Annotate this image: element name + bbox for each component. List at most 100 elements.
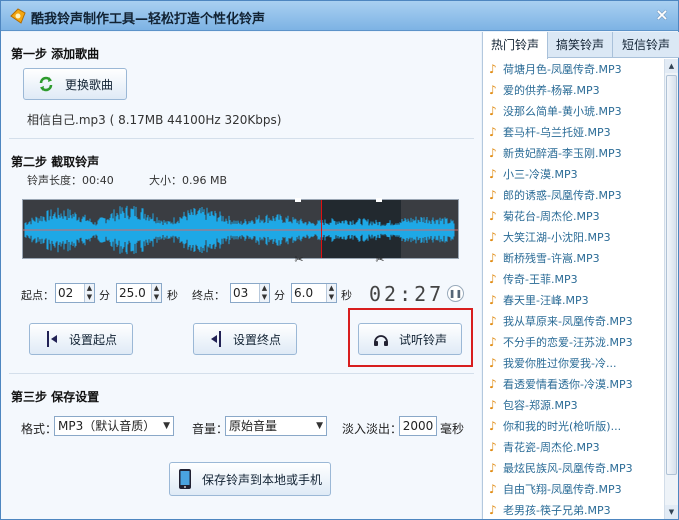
start-marker-tick [295,198,301,202]
ringtone-title: 小三-冷漠.MP3 [503,168,578,181]
scrollbar[interactable]: ▲ ▼ [664,59,678,519]
list-item[interactable]: ♪ 看透爱情看透你-冷漠.MP3 [483,374,665,395]
list-item[interactable]: ♪ 老男孩-筷子兄弟.MP3 [483,500,665,519]
scroll-up-icon[interactable]: ▲ [665,59,678,73]
window-title: 酷我铃声制作工具—轻松打造个性化铃声 [31,12,266,27]
music-note-icon: ♪ [489,167,497,181]
scrollbar-thumb[interactable] [666,75,677,475]
minute-unit: 分 [274,289,285,302]
cut-controls: 起点： 02 ▲ ▼ 分 25.0 ▲ ▼ 秒 终点： 03 ▲ ▼ 分 6.0 ▲ ▼… [1,282,481,306]
list-item[interactable]: ♪ 菊花台-周杰伦.MP3 [483,206,665,227]
ringtone-tabs: 热门铃声 搞笑铃声 短信铃声 [483,32,679,59]
set-start-button[interactable]: 设置起点 [29,323,133,355]
ringtone-title: 荷塘月色-凤凰传奇.MP3 [503,63,622,76]
ringtone-panel: 热门铃声 搞笑铃声 短信铃声 ♪ 荷塘月色-凤凰传奇.MP3 ♪ 爱的供养-杨幂.MP… [482,32,679,519]
list-item[interactable]: ♪ 我爱你胜过你爱我-冷... [483,353,665,374]
music-note-icon: ♪ [489,335,497,349]
save-ringtone-button[interactable]: 保存铃声到本地或手机 [169,462,331,496]
set-start-icon [46,331,57,347]
fade-unit: 毫秒 [440,422,465,436]
ringtone-title: 套马杆-乌兰托娅.MP3 [503,126,611,139]
start-label: 起点： [21,289,54,302]
volume-select[interactable]: 原始音量 ▼ [225,416,327,436]
end-minute-stepper[interactable]: 03 ▲ ▼ [230,283,270,303]
ringtone-title: 爱的供养-杨幂.MP3 [503,84,600,97]
ringtone-title: 自由飞翔-凤凰传奇.MP3 [503,483,622,496]
ringtone-title: 包容-郑源.MP3 [503,399,578,412]
start-minute-stepper[interactable]: 02 ▲ ▼ [55,283,95,303]
highlight-box [348,308,473,367]
close-button[interactable]: × [654,6,670,24]
tab-funny[interactable]: 搞笑铃声 [548,32,613,58]
end-minute-value: 03 [233,286,249,300]
list-item[interactable]: ♪ 我从草原来-凤凰传奇.MP3 [483,311,665,332]
list-item[interactable]: ♪ 断桥残雪-许嵩.MP3 [483,248,665,269]
pause-icon[interactable]: ❚❚ [447,285,464,302]
end-second-stepper[interactable]: 6.0 ▲ ▼ [291,283,337,303]
list-item[interactable]: ♪ 没那么简单-黄小琥.MP3 [483,101,665,122]
second-unit: 秒 [341,289,352,302]
second-unit: 秒 [167,289,178,302]
list-item[interactable]: ♪ 传奇-王菲.MP3 [483,269,665,290]
music-note-icon: ♪ [489,104,497,118]
end-second-value: 6.0 [294,286,314,300]
list-item[interactable]: ♪ 最炫民族风-凤凰传奇.MP3 [483,458,665,479]
list-item[interactable]: ♪ 新贵妃醉酒-李玉刚.MP3 [483,143,665,164]
format-select[interactable]: MP3（默认音质） ▼ [54,416,174,436]
music-note-icon: ♪ [489,188,497,202]
title-bar: 酷我铃声制作工具—轻松打造个性化铃声 × [1,1,678,31]
ringtone-size: 大小：0.96 MB [149,174,228,187]
step3-title: 第三步 保存设置 [11,390,100,404]
music-note-icon: ♪ [489,272,497,286]
start-minute-value: 02 [58,286,74,300]
set-end-button[interactable]: 设置终点 [193,323,297,355]
set-end-icon [210,331,221,347]
volume-value: 原始音量 [229,419,278,433]
refresh-icon [39,76,53,92]
list-item[interactable]: ♪ 自由飞翔-凤凰传奇.MP3 [483,479,665,500]
phone-icon [178,469,191,489]
change-song-button[interactable]: 更换歌曲 [23,68,127,100]
list-item[interactable]: ♪ 包容-郑源.MP3 [483,395,665,416]
list-item[interactable]: ♪ 套马杆-乌兰托娅.MP3 [483,122,665,143]
music-note-icon: ♪ [489,482,497,496]
ringtone-title: 看透爱情看透你-冷漠.MP3 [503,378,633,391]
start-marker-scissors-icon[interactable]: ✂ [293,253,305,269]
tab-hot[interactable]: 热门铃声 [483,32,548,59]
music-note-icon: ♪ [489,146,497,160]
step2-title: 第二步 截取铃声 [11,155,100,169]
music-note-icon: ♪ [489,398,497,412]
stepper-arrows-icon[interactable]: ▲ ▼ [259,284,269,302]
set-end-label: 设置终点 [232,332,281,347]
end-marker-scissors-icon[interactable]: ✂ [374,253,386,269]
list-item[interactable]: ♪ 你和我的时光(枪听版)... [483,416,665,437]
stepper-arrows-icon[interactable]: ▲ ▼ [151,284,161,302]
list-item[interactable]: ♪ 荷塘月色-凤凰传奇.MP3 [483,59,665,80]
music-note-icon: ♪ [489,356,497,370]
ringtone-title: 没那么简单-黄小琥.MP3 [503,105,622,118]
ringtone-title: 你和我的时光(枪听版)... [503,420,622,433]
ringtone-title: 郎的诱惑-凤凰传奇.MP3 [503,189,622,202]
scroll-down-icon[interactable]: ▼ [665,505,678,519]
fade-input[interactable]: 2000 [399,416,437,436]
stepper-arrows-icon[interactable]: ▲ ▼ [84,284,94,302]
list-item[interactable]: ♪ 春天里-汪峰.MP3 [483,290,665,311]
save-settings-row: 格式： MP3（默认音质） ▼ 音量： 原始音量 ▼ 淡入淡出： 2000 毫秒 [1,416,481,438]
music-note-icon: ♪ [489,419,497,433]
ringtone-title: 最炫民族风-凤凰传奇.MP3 [503,462,633,475]
waveform-display[interactable] [22,199,459,259]
list-item[interactable]: ♪ 青花瓷-周杰伦.MP3 [483,437,665,458]
step1-title: 第一步 添加歌曲 [11,47,100,61]
music-note-icon: ♪ [489,83,497,97]
tab-sms[interactable]: 短信铃声 [613,32,679,58]
music-note-icon: ♪ [489,503,497,517]
list-item[interactable]: ♪ 爱的供养-杨幂.MP3 [483,80,665,101]
list-item[interactable]: ♪ 郎的诱惑-凤凰传奇.MP3 [483,185,665,206]
start-second-stepper[interactable]: 25.0 ▲ ▼ [116,283,162,303]
list-item[interactable]: ♪ 大笑江湖-小沈阳.MP3 [483,227,665,248]
music-note-icon: ♪ [489,377,497,391]
list-item[interactable]: ♪ 不分手的恋爱-汪苏泷.MP3 [483,332,665,353]
stepper-arrows-icon[interactable]: ▲ ▼ [326,284,336,302]
list-item[interactable]: ♪ 小三-冷漠.MP3 [483,164,665,185]
change-song-label: 更换歌曲 [64,77,113,92]
